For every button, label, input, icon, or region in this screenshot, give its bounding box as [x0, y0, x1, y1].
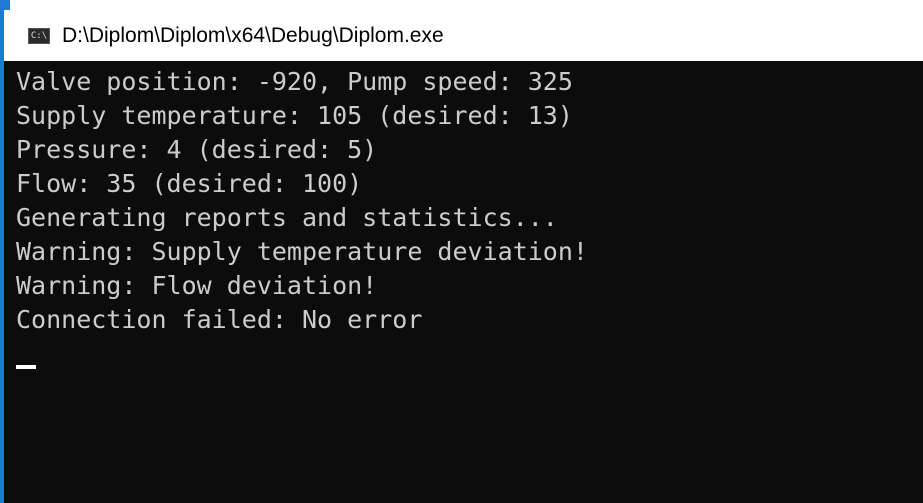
- console-icon-glyph: C:\: [30, 30, 48, 41]
- console-line: Warning: Flow deviation!: [16, 271, 378, 300]
- console-line: Flow: 35 (desired: 100): [16, 169, 363, 198]
- title-bar[interactable]: C:\ D:\Diplom\Diplom\x64\Debug\Diplom.ex…: [4, 10, 923, 61]
- console-line: Connection failed: No error: [16, 305, 423, 334]
- console-line: Warning: Supply temperature deviation!: [16, 237, 588, 266]
- console-window: C:\ D:\Diplom\Diplom\x64\Debug\Diplom.ex…: [0, 0, 923, 503]
- console-line: Supply temperature: 105 (desired: 13): [16, 101, 573, 130]
- window-title: D:\Diplom\Diplom\x64\Debug\Diplom.exe: [62, 23, 444, 47]
- console-app-icon[interactable]: C:\: [28, 27, 50, 44]
- console-line: Valve position: -920, Pump speed: 325: [16, 67, 573, 96]
- console-line: Pressure: 4 (desired: 5): [16, 135, 378, 164]
- text-cursor: [16, 365, 36, 369]
- console-line: Generating reports and statistics...: [16, 203, 558, 232]
- console-output[interactable]: Valve position: -920, Pump speed: 325 Su…: [4, 61, 923, 503]
